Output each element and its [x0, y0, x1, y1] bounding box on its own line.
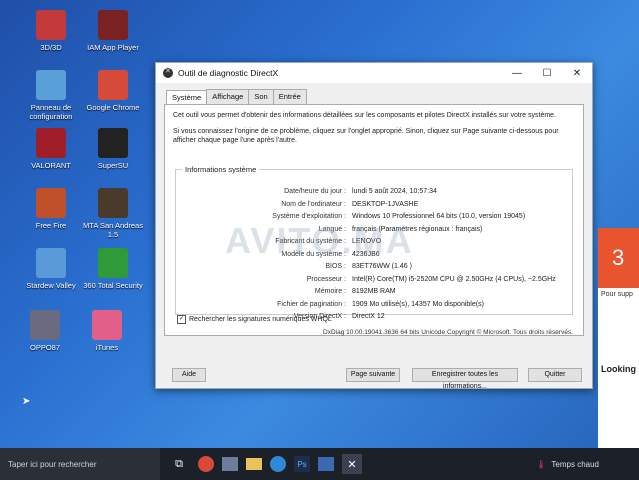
film-icon[interactable]	[222, 457, 238, 471]
desktop-icon-label: 360 Total Security	[83, 281, 143, 290]
info-key: Date/heure du jour :	[284, 188, 346, 195]
intro-text: Cet outil vous permet d'obtenir des info…	[173, 112, 557, 119]
task-view-icon[interactable]: ⧉	[168, 453, 190, 475]
info-key: Mémoire :	[314, 288, 346, 295]
desktop-icon[interactable]: SuperSU	[82, 128, 144, 170]
info-row: Mémoire : 8192MB RAM	[176, 286, 572, 299]
gallery-icon[interactable]	[318, 457, 334, 471]
app-icon	[36, 70, 66, 100]
widget-number: 3	[598, 228, 639, 288]
app-icon	[36, 10, 66, 40]
tab-systeme[interactable]: Système	[166, 90, 208, 105]
copyright-text: DxDiag 10.00.19041.3636 64 bits Unicode …	[323, 329, 573, 336]
app-icon	[36, 188, 66, 218]
news-widget[interactable]: 3 Pour supp Looking	[598, 228, 639, 448]
save-all-button[interactable]: Enregistrer toutes les informations...	[412, 368, 518, 390]
app-icon	[36, 128, 66, 158]
title-bar[interactable]: Outil de diagnostic DirectX — ☐ ✕	[156, 63, 592, 83]
app-icon	[98, 128, 128, 158]
group-title: Informations système	[182, 165, 260, 174]
search-placeholder: Taper ici pour rechercher	[8, 459, 97, 469]
widget-headline: Looking	[601, 364, 636, 374]
app-icon	[98, 188, 128, 218]
desktop-icon[interactable]: 360 Total Security	[82, 248, 144, 290]
taskbar: Taper ici pour rechercher ⧉ Ps ✕ 🌡 Temps…	[0, 448, 639, 480]
tab-entree[interactable]: Entrée	[272, 89, 307, 104]
intro-text-2: Si vous connaissez l'origine de ce probl…	[173, 128, 559, 144]
tab-affichage[interactable]: Affichage	[206, 89, 250, 104]
window-title: Outil de diagnostic DirectX	[178, 68, 279, 78]
whql-checkbox-label: Rechercher les signatures numériques WHQ…	[189, 316, 332, 323]
desktop-icon[interactable]: MTA San Andreas 1.5	[82, 188, 144, 239]
info-value: 83ET76WW (1.46 )	[352, 263, 412, 270]
info-value: 1909 Mo utilisé(s), 14357 Mo disponible(…	[352, 300, 484, 308]
quit-button[interactable]: Quitter	[528, 368, 582, 382]
widget-text: Pour supp	[601, 291, 633, 298]
whql-checkbox[interactable]: ✓ Rechercher les signatures numériques W…	[177, 315, 332, 324]
desktop-icon[interactable]: Google Chrome	[82, 70, 144, 112]
thermometer-icon: 🌡	[536, 459, 547, 469]
weather-text: Temps chaud	[551, 459, 599, 469]
watermark: AVITO.MA	[225, 220, 414, 261]
info-row: Date/heure du jour : lundi 5 août 2024, 1…	[176, 186, 572, 199]
desktop-icon[interactable]: 3D/3D	[20, 10, 82, 52]
desktop-icon-label: 3D/3D	[40, 43, 62, 52]
desktop-icon[interactable]: Panneau de configuration	[20, 70, 82, 121]
info-value: lundi 5 août 2024, 10:57:34	[352, 188, 437, 195]
app-icon	[36, 248, 66, 278]
desktop-icon-label: Stardew Valley	[26, 281, 76, 290]
chrome-icon[interactable]	[198, 456, 214, 472]
info-row: BIOS : 83ET76WW (1.46 )	[176, 261, 572, 274]
info-key: Fichier de pagination :	[277, 300, 346, 308]
tab-son[interactable]: Son	[248, 89, 274, 104]
dxdiag-app-icon	[163, 67, 173, 78]
info-row: Nom de l'ordinateur : DESKTOP-1JVASHE	[176, 199, 572, 212]
desktop-icon-label: IAM App Player	[87, 43, 139, 52]
info-row: Fichier de pagination : 1909 Mo utilisé(s…	[176, 299, 572, 312]
desktop-icon[interactable]: Stardew Valley	[20, 248, 82, 290]
desktop: 3D/3D IAM App Player Panneau de configurat…	[0, 0, 639, 448]
folder-icon[interactable]	[246, 458, 262, 470]
browser-icon[interactable]	[270, 456, 286, 472]
desktop-icon[interactable]: iTunes	[76, 310, 138, 352]
checkbox-checked-icon[interactable]: ✓	[177, 315, 186, 324]
app-icon	[98, 70, 128, 100]
app-icon	[98, 10, 128, 40]
app-icon	[92, 310, 122, 340]
desktop-icon[interactable]: IAM App Player	[82, 10, 144, 52]
info-value: DirectX 12	[352, 313, 385, 320]
taskbar-search-input[interactable]: Taper ici pour rechercher	[0, 448, 160, 480]
photoshop-icon[interactable]: Ps	[294, 456, 310, 472]
mouse-cursor-icon: ➤	[22, 396, 31, 407]
desktop-icon-label: iTunes	[95, 343, 119, 352]
desktop-icon-label: OPPO87	[29, 343, 60, 352]
info-key: Processeur :	[306, 275, 346, 283]
desktop-icon-label: Panneau de configuration	[29, 103, 73, 121]
tab-strip: Système Affichage Son Entrée	[156, 83, 592, 105]
minimize-icon[interactable]: —	[502, 68, 532, 79]
desktop-icon[interactable]: VALORANT	[20, 128, 82, 170]
desktop-icon-label: VALORANT	[31, 161, 71, 170]
maximize-icon[interactable]: ☐	[532, 68, 562, 79]
desktop-icon-label: MTA San Andreas 1.5	[83, 221, 143, 239]
dxdiag-taskbar-icon[interactable]: ✕	[342, 454, 362, 474]
desktop-icon-label: Google Chrome	[86, 103, 140, 112]
desktop-icon[interactable]: OPPO87	[14, 310, 76, 352]
app-icon	[30, 310, 60, 340]
system-tray[interactable]: 🌡 Temps chaud	[536, 460, 639, 469]
close-icon[interactable]: ✕	[562, 68, 592, 79]
desktop-icon-label: SuperSU	[97, 161, 129, 170]
desktop-icon[interactable]: Free Fire	[20, 188, 82, 230]
help-button[interactable]: Aide	[172, 368, 206, 382]
info-key: BIOS :	[325, 263, 346, 270]
info-row: Processeur : Intel(R) Core(TM) i5-2520M C…	[176, 274, 572, 287]
info-value: 8192MB RAM	[352, 288, 396, 295]
info-value: DESKTOP-1JVASHE	[352, 200, 419, 208]
app-icon	[98, 248, 128, 278]
info-value: Intel(R) Core(TM) i5-2520M CPU @ 2.50GHz…	[352, 275, 556, 283]
next-page-button[interactable]: Page suivante	[346, 368, 400, 382]
desktop-icon-label: Free Fire	[35, 221, 67, 230]
info-key: Nom de l'ordinateur :	[281, 200, 346, 208]
